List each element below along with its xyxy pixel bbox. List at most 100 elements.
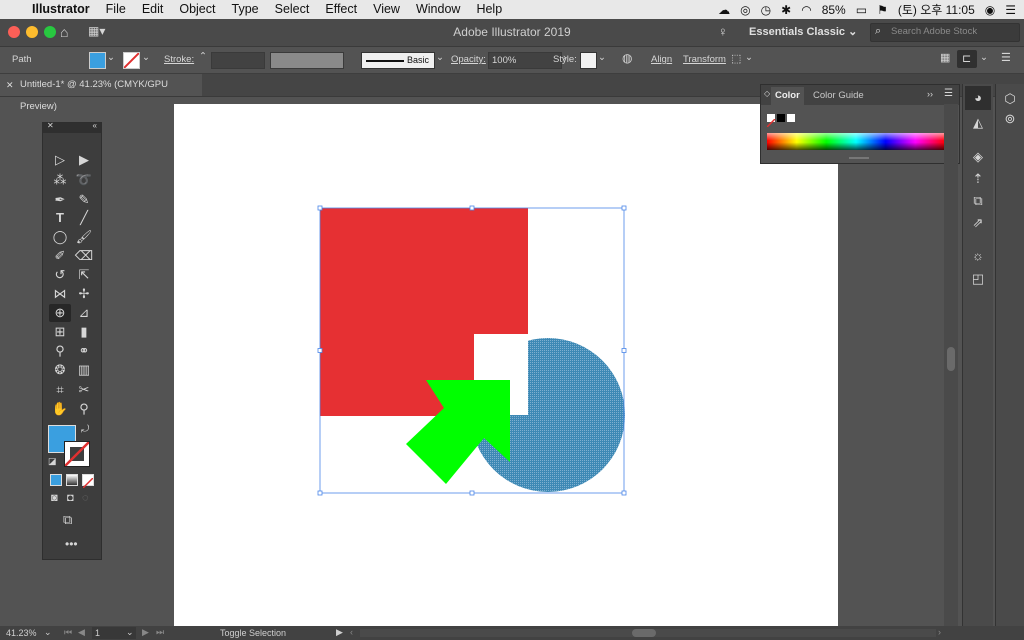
export-icon[interactable]: ⇗: [969, 214, 987, 232]
paintbrush-tool-icon[interactable]: 🖌: [73, 228, 95, 246]
clock[interactable]: (토) 오후 11:05: [898, 1, 975, 18]
none-swatch[interactable]: [766, 114, 776, 128]
menu-file[interactable]: File: [98, 0, 134, 19]
symbol-sprayer-tool-icon[interactable]: ❂: [49, 361, 71, 379]
draw-normal-icon[interactable]: ◙: [51, 492, 58, 504]
sync-icon[interactable]: ◎: [740, 3, 750, 17]
black-swatch[interactable]: [777, 114, 785, 122]
fill-swatch[interactable]: [89, 52, 106, 69]
chevron-icon[interactable]: ◇: [764, 89, 770, 98]
gradient-tool-icon[interactable]: ▮: [73, 323, 95, 341]
stroke-color-box[interactable]: [64, 441, 90, 467]
white-swatch[interactable]: [787, 114, 795, 122]
stroke-weight-field[interactable]: [211, 52, 265, 69]
creative-cloud-icon[interactable]: ☁: [718, 3, 730, 17]
chevron-down-icon[interactable]: ⌄: [44, 627, 52, 638]
close-tab-icon[interactable]: ✕: [6, 74, 14, 96]
tab-color-guide[interactable]: Color Guide: [809, 87, 868, 105]
draw-inside-icon[interactable]: ◌: [82, 492, 89, 504]
arrange-icon[interactable]: ▦: [940, 51, 950, 64]
artboard-number-field[interactable]: 1 ⌄: [92, 627, 136, 639]
status-menu-arrow-icon[interactable]: ▶: [336, 627, 343, 638]
menu-window[interactable]: Window: [408, 0, 468, 19]
perspective-grid-tool-icon[interactable]: ⊿: [73, 304, 95, 322]
graphic-style-swatch[interactable]: [580, 52, 597, 69]
artboard[interactable]: [174, 104, 838, 626]
chevron-down-icon[interactable]: ⌄: [436, 52, 444, 63]
shape-builder-tool-icon[interactable]: ⊕: [49, 304, 71, 322]
selection-tool-icon[interactable]: ▷: [49, 151, 71, 169]
none-mode-button[interactable]: [82, 474, 94, 489]
last-artboard-icon[interactable]: ⏭: [156, 627, 164, 638]
line-segment-tool-icon[interactable]: ╱: [73, 209, 95, 227]
menu-object[interactable]: Object: [171, 0, 223, 19]
lightbulb-icon[interactable]: ♀: [718, 24, 728, 39]
color-spectrum[interactable]: [767, 133, 945, 150]
appearance-icon[interactable]: ☼: [969, 247, 987, 265]
shaper-tool-icon[interactable]: ✐: [49, 247, 71, 265]
artwork-canvas[interactable]: [174, 104, 838, 626]
panel-resize-grip[interactable]: [849, 157, 869, 159]
hand-tool-icon[interactable]: ✋: [49, 400, 71, 418]
previous-artboard-icon[interactable]: ◀: [78, 627, 85, 638]
layers-icon[interactable]: ◈: [969, 148, 987, 166]
transform-options-icon[interactable]: ⬚: [731, 52, 741, 65]
scroll-right-icon[interactable]: ›: [938, 627, 941, 637]
menu-type[interactable]: Type: [224, 0, 267, 19]
color-mode-button[interactable]: [50, 474, 62, 486]
siri-icon[interactable]: ◉: [985, 3, 995, 17]
selection-handle[interactable]: [621, 490, 627, 496]
chevron-down-icon[interactable]: ⌄: [107, 52, 115, 63]
ellipse-tool-icon[interactable]: ◯: [49, 228, 71, 246]
next-artboard-icon[interactable]: ▶: [142, 627, 149, 638]
selection-handle[interactable]: [317, 490, 323, 496]
artboard-tool-icon[interactable]: ⌗: [49, 381, 71, 399]
menu-view[interactable]: View: [365, 0, 408, 19]
control-menu-icon[interactable]: ☰: [1001, 51, 1011, 64]
flag-icon[interactable]: ⚑: [877, 3, 888, 17]
menu-list-icon[interactable]: ☰: [1005, 3, 1016, 17]
swap-colors-icon[interactable]: ⤾: [81, 424, 89, 435]
status-info[interactable]: Toggle Selection: [220, 628, 286, 638]
horizontal-scrollbar[interactable]: [360, 629, 936, 637]
type-tool-icon[interactable]: T: [49, 209, 71, 227]
collapse-panel-icon[interactable]: ››: [927, 89, 933, 99]
eraser-tool-icon[interactable]: ⌫: [73, 247, 95, 265]
menu-help[interactable]: Help: [468, 0, 510, 19]
search-field[interactable]: ⌕ Search Adobe Stock: [870, 23, 1020, 42]
menu-select[interactable]: Select: [267, 0, 318, 19]
selection-handle[interactable]: [621, 205, 627, 211]
chevron-down-icon[interactable]: ⌄: [980, 52, 988, 63]
stroke-label[interactable]: Stroke:: [164, 54, 194, 65]
selection-handle[interactable]: [317, 348, 323, 353]
magic-wand-tool-icon[interactable]: ⁂: [49, 171, 71, 189]
gradient-mode-button[interactable]: [66, 474, 78, 486]
time-machine-icon[interactable]: ◷: [761, 3, 771, 17]
vertical-scrollbar[interactable]: [944, 104, 958, 626]
pathfinder-icon[interactable]: ⧉: [969, 192, 987, 210]
variable-width-profile[interactable]: [270, 52, 344, 69]
opacity-label[interactable]: Opacity:: [451, 54, 486, 65]
scroll-left-icon[interactable]: ‹: [350, 627, 353, 637]
default-colors-icon[interactable]: ◪: [48, 456, 57, 467]
bluetooth-icon[interactable]: ✱: [781, 3, 791, 17]
horizontal-scroll-thumb[interactable]: [632, 629, 656, 637]
creative-cloud-icon[interactable]: ⊚: [1001, 110, 1019, 128]
collapse-panel-icon[interactable]: «: [93, 121, 97, 130]
tab-color[interactable]: Color: [771, 87, 804, 105]
stroke-swatch[interactable]: [123, 52, 140, 69]
document-tab[interactable]: ✕ Untitled-1* @ 41.23% (CMYK/GPU Preview…: [0, 74, 202, 112]
column-graph-tool-icon[interactable]: ▥: [73, 361, 95, 379]
width-tool-icon[interactable]: ⋈: [49, 285, 71, 303]
battery-text[interactable]: 85%: [822, 3, 846, 17]
menu-edit[interactable]: Edit: [134, 0, 172, 19]
rotate-tool-icon[interactable]: ↺: [49, 266, 71, 284]
color-panel-icon[interactable]: ◕: [969, 89, 987, 107]
selection-handle[interactable]: [469, 490, 475, 496]
transform-link[interactable]: Transform: [683, 54, 726, 65]
zoom-tool-icon[interactable]: ⚲: [73, 400, 95, 418]
selection-handle[interactable]: [317, 205, 323, 211]
pen-tool-icon[interactable]: ✒: [49, 191, 71, 209]
opacity-field[interactable]: 100%: [488, 52, 562, 69]
selection-handle[interactable]: [469, 205, 475, 211]
